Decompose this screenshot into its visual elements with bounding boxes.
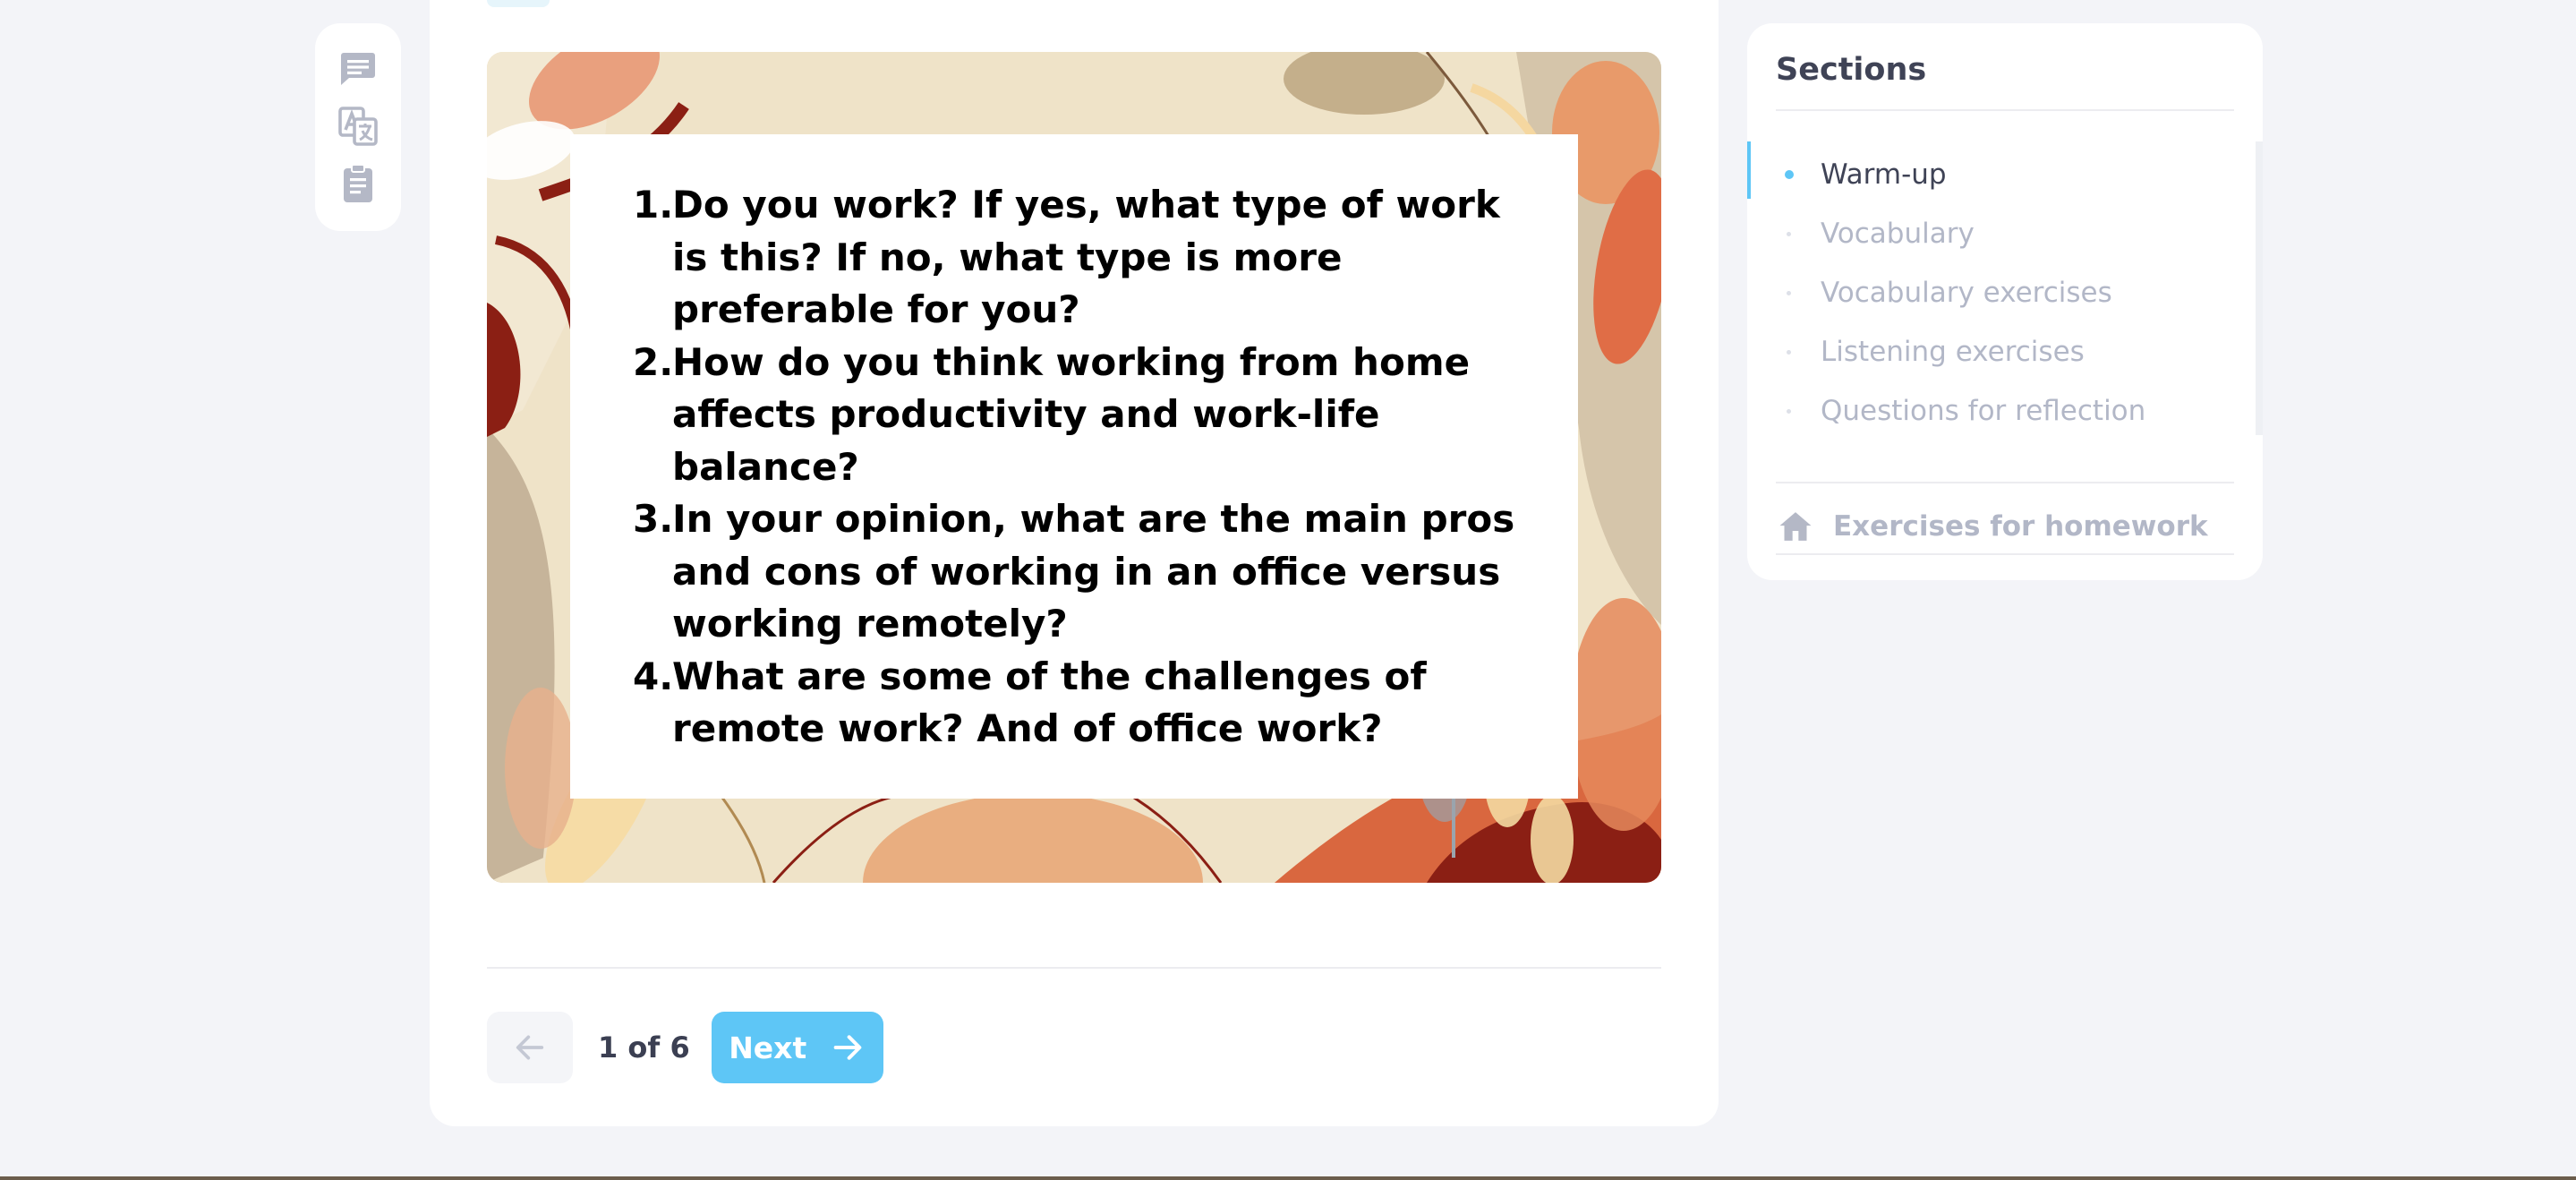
scrollbar[interactable] xyxy=(2256,141,2263,435)
page-indicator: 1 of 6 xyxy=(598,1030,690,1065)
next-button[interactable]: Next xyxy=(711,1012,883,1083)
section-list: Warm-up Vocabulary Vocabulary exercises … xyxy=(1785,145,2145,440)
question-text: What are some of the challenges of remot… xyxy=(672,654,1427,751)
divider xyxy=(487,967,1661,969)
previous-button[interactable] xyxy=(487,1012,573,1083)
section-item-label: Listening exercises xyxy=(1821,336,2085,368)
translate-icon xyxy=(338,107,378,146)
translate-button[interactable] xyxy=(333,104,383,149)
bullet-dot-icon xyxy=(1787,290,1791,295)
pagination: 1 of 6 Next xyxy=(487,1012,883,1083)
bullet-dot-icon xyxy=(1787,408,1791,414)
comment-icon xyxy=(341,53,375,85)
section-item-questions-for-reflection[interactable]: Questions for reflection xyxy=(1785,381,2145,440)
question-item: 1. Do you work? If yes, what type of wor… xyxy=(633,179,1546,337)
page: 1. Do you work? If yes, what type of wor… xyxy=(0,0,2576,1180)
section-item-listening-exercises[interactable]: Listening exercises xyxy=(1785,322,2145,381)
divider xyxy=(1776,482,2234,483)
question-list: 1. Do you work? If yes, what type of wor… xyxy=(633,179,1546,756)
question-text: In your opinion, what are the main pros … xyxy=(672,497,1515,646)
question-text: Do you work? If yes, what type of work i… xyxy=(672,183,1500,331)
homework-link[interactable]: Exercises for homework xyxy=(1778,500,2208,553)
bullet-dot-icon xyxy=(1787,231,1791,236)
home-icon xyxy=(1779,512,1812,541)
section-item-label: Vocabulary exercises xyxy=(1821,277,2112,309)
homework-label: Exercises for homework xyxy=(1833,510,2208,543)
bottom-strip xyxy=(0,1176,2576,1180)
clipboard-button[interactable] xyxy=(333,161,383,206)
arrow-right-icon xyxy=(833,1035,862,1060)
active-section-indicator xyxy=(1747,141,1751,199)
question-box: 1. Do you work? If yes, what type of wor… xyxy=(570,134,1578,799)
tool-panel xyxy=(315,23,401,231)
sections-title: Sections xyxy=(1776,52,1927,88)
comment-button[interactable] xyxy=(333,47,383,91)
question-item: 3. In your opinion, what are the main pr… xyxy=(633,493,1546,651)
section-item-label: Questions for reflection xyxy=(1821,395,2146,427)
section-item-label: Warm-up xyxy=(1821,158,1947,191)
clipboard-icon xyxy=(344,164,372,202)
question-text: How do you think working from home affec… xyxy=(672,339,1471,489)
question-number: 1. xyxy=(633,183,674,227)
divider xyxy=(1776,553,2234,555)
question-number: 2. xyxy=(633,339,674,384)
section-item-vocabulary-exercises[interactable]: Vocabulary exercises xyxy=(1785,263,2145,322)
divider xyxy=(1776,109,2234,111)
bullet-dot-icon xyxy=(1785,170,1794,179)
section-item-warm-up[interactable]: Warm-up xyxy=(1785,145,2145,204)
lesson-card: 1. Do you work? If yes, what type of wor… xyxy=(430,0,1719,1126)
arrow-left-icon xyxy=(516,1035,544,1060)
question-item: 2. How do you think working from home af… xyxy=(633,337,1546,494)
sections-panel: Sections Warm-up Vocabulary Vocabulary e… xyxy=(1747,23,2263,580)
bullet-dot-icon xyxy=(1787,349,1791,355)
next-button-label: Next xyxy=(729,1030,807,1065)
question-number: 3. xyxy=(633,497,674,541)
slide-image: 1. Do you work? If yes, what type of wor… xyxy=(487,52,1661,883)
section-item-vocabulary[interactable]: Vocabulary xyxy=(1785,204,2145,263)
section-item-label: Vocabulary xyxy=(1821,218,1975,250)
question-number: 4. xyxy=(633,654,674,698)
question-item: 4. What are some of the challenges of re… xyxy=(633,651,1546,756)
top-tab-indicator xyxy=(487,0,550,7)
